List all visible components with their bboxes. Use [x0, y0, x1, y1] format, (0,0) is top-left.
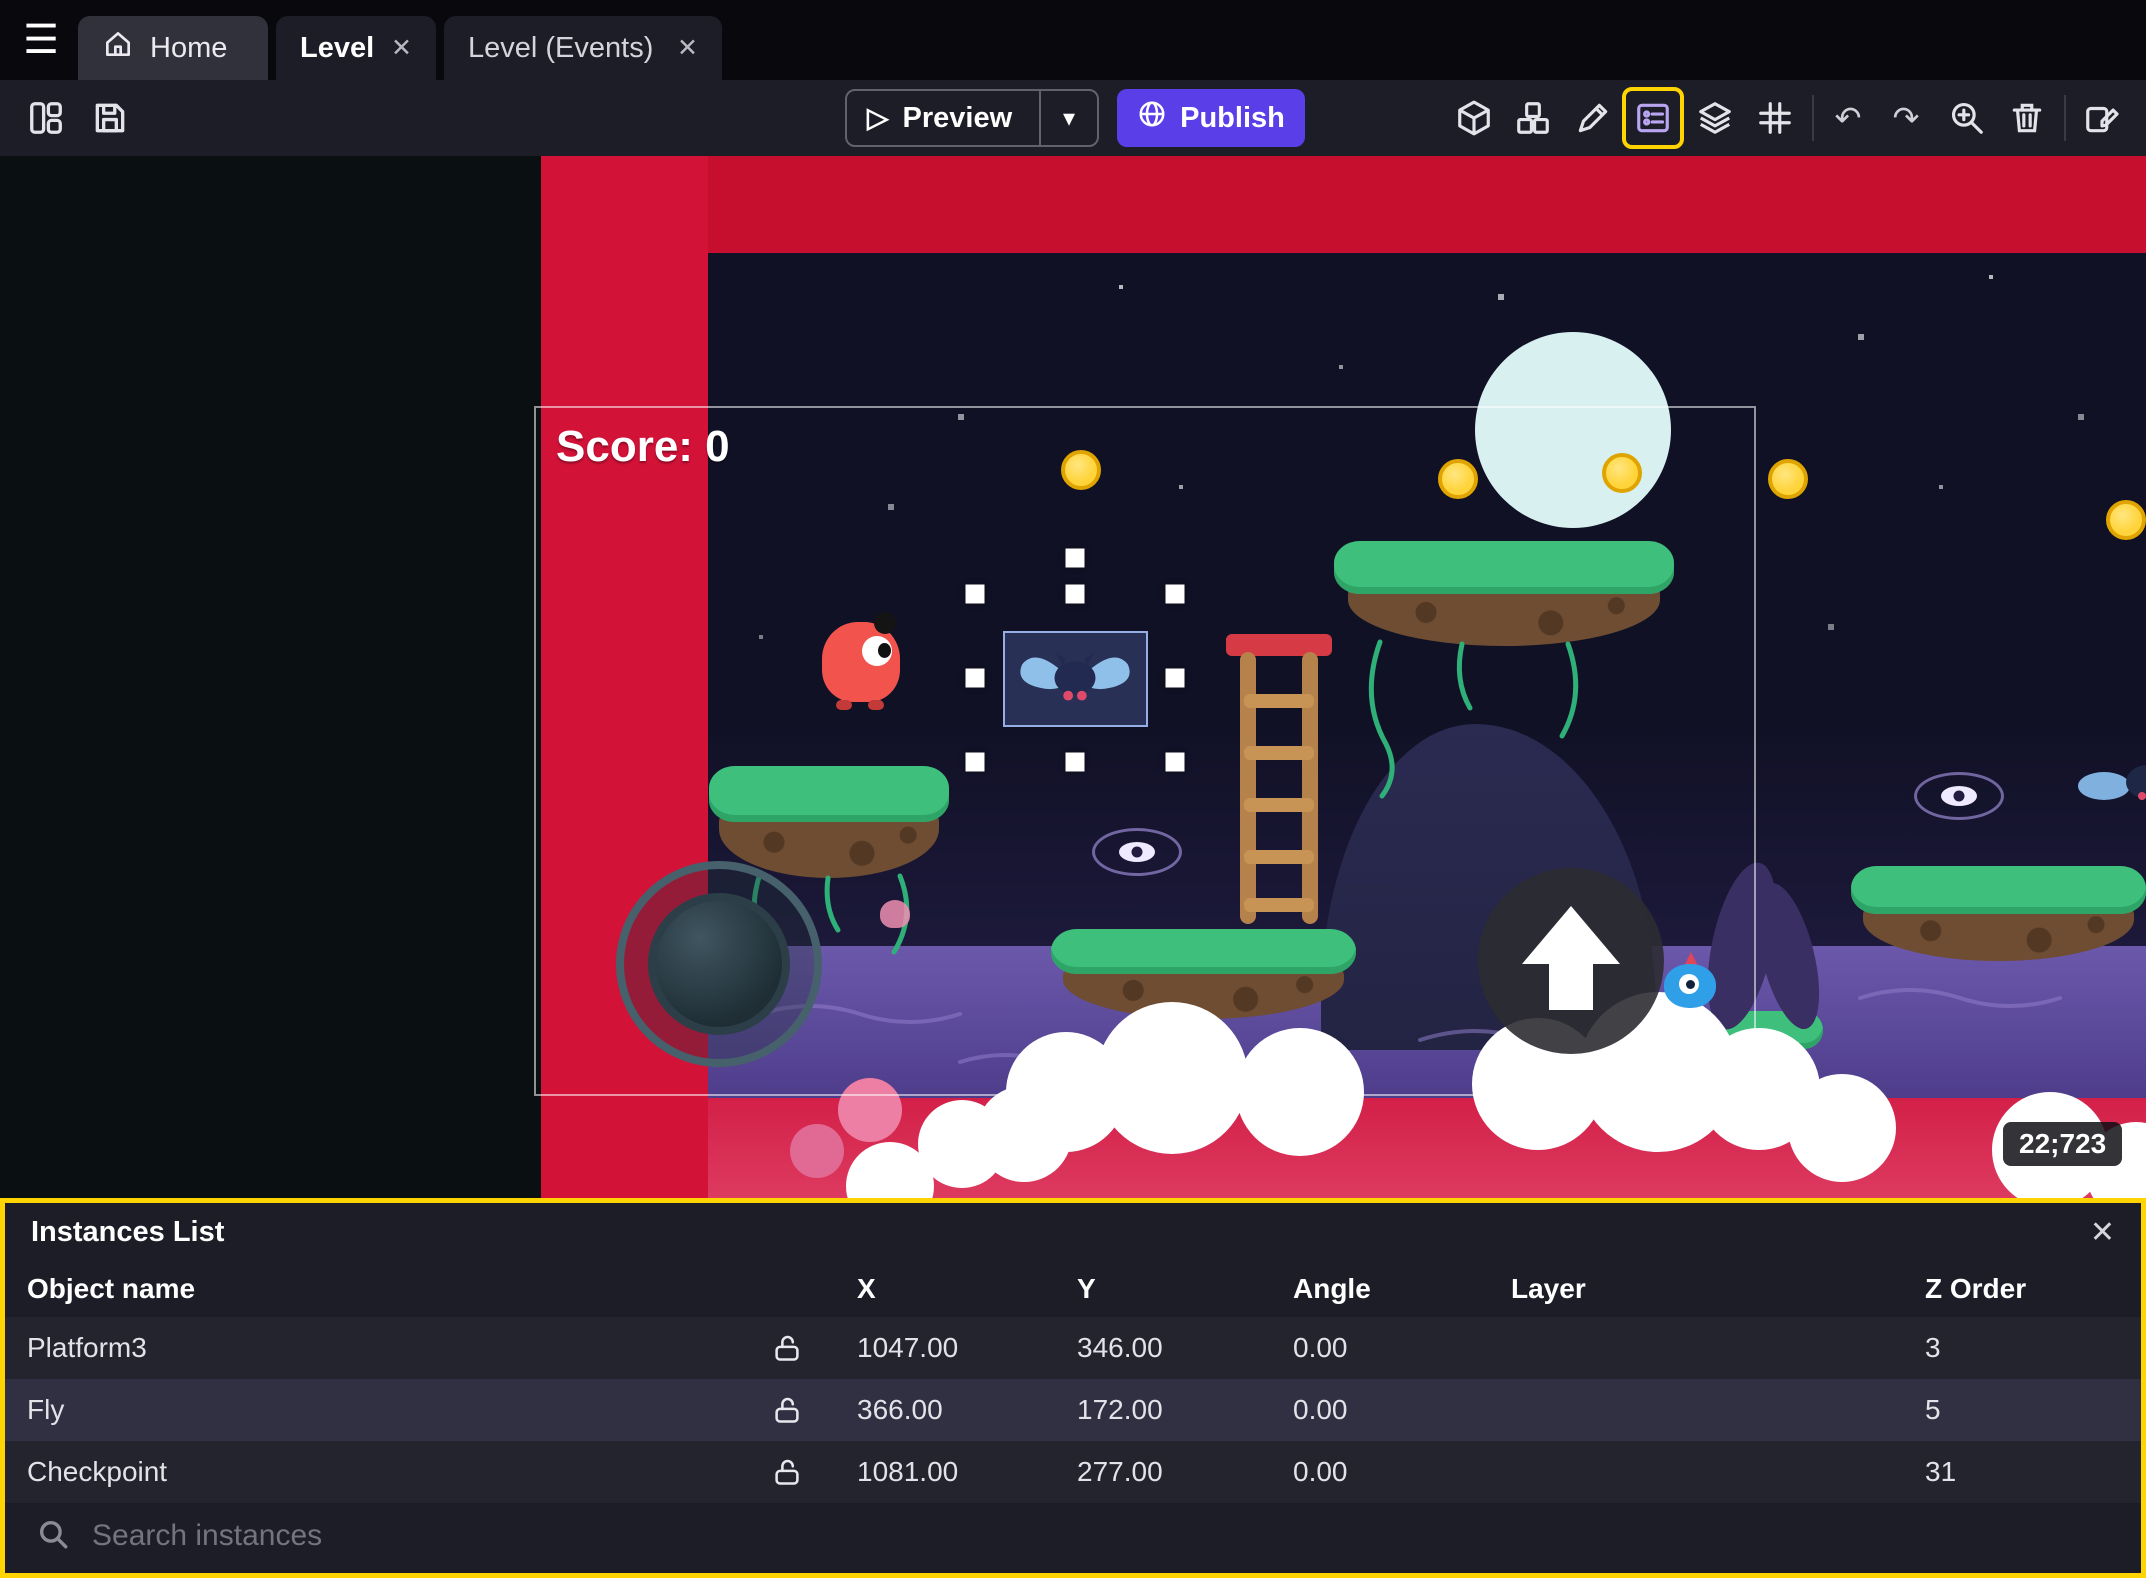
- resize-handle[interactable]: [1165, 668, 1185, 688]
- resize-handle[interactable]: [965, 752, 985, 772]
- eye-white: [1941, 786, 1977, 806]
- chevron-down-icon[interactable]: ▾: [1041, 91, 1097, 145]
- globe-icon: [1137, 99, 1167, 137]
- fly-sprite: [1020, 653, 1130, 701]
- close-icon[interactable]: ✕: [2090, 1215, 2115, 1250]
- tab-label: Home: [150, 31, 228, 64]
- panel-header: Instances List ✕: [5, 1203, 2141, 1261]
- hamburger-menu-icon[interactable]: ☰: [12, 0, 70, 80]
- col-layer: Layer: [1511, 1273, 1586, 1304]
- col-object-name: Object name: [27, 1273, 196, 1304]
- unlock-icon[interactable]: [733, 1333, 841, 1363]
- publish-button[interactable]: Publish: [1117, 89, 1305, 147]
- toolbar-divider: [1812, 95, 1814, 141]
- game-editor-window: ☰ Home Level ✕ Level (Events) ✕ ▷ Previe…: [0, 0, 2146, 1578]
- resize-handle[interactable]: [965, 668, 985, 688]
- coin-object[interactable]: [2106, 500, 2146, 540]
- fly-enemy-object[interactable]: [2076, 752, 2146, 816]
- top-red-band: [541, 156, 2146, 253]
- resize-handle[interactable]: [1065, 584, 1085, 604]
- close-icon[interactable]: ✕: [677, 33, 698, 63]
- instances-list-icon[interactable]: [1622, 87, 1684, 149]
- instance-row[interactable]: Checkpoint 1081.00 277.00 0.00 31: [5, 1441, 2141, 1503]
- cell-y: 172.00: [1077, 1394, 1163, 1425]
- objects-group-icon[interactable]: [1506, 91, 1560, 145]
- close-icon[interactable]: ✕: [391, 33, 412, 63]
- instances-panel: Instances List ✕ Object name X Y Angle L…: [0, 1198, 2146, 1578]
- coral-decor: [790, 1124, 844, 1178]
- platform-grass: [1851, 866, 2146, 914]
- col-z-order: Z Order: [1925, 1273, 2027, 1304]
- cloud-puff: [1788, 1074, 1896, 1182]
- search-bar: [10, 1504, 2136, 1568]
- rotation-handle[interactable]: [1065, 548, 1085, 568]
- eye-decor: [1914, 772, 2004, 820]
- tab-label: Level (Events): [468, 31, 654, 64]
- grid-icon[interactable]: [1748, 91, 1802, 145]
- platform-object[interactable]: [1851, 866, 2146, 961]
- resize-handle[interactable]: [1065, 752, 1085, 772]
- cell-x: 366.00: [857, 1394, 943, 1425]
- panel-title: Instances List: [31, 1215, 225, 1248]
- scene-editor-canvas[interactable]: Score: 0 22;723: [0, 156, 2146, 1198]
- save-icon[interactable]: [83, 91, 137, 145]
- redo-icon[interactable]: ↷: [1879, 91, 1933, 145]
- cell-angle: 0.00: [1293, 1394, 1348, 1425]
- cell-object-name: Platform3: [27, 1332, 147, 1363]
- tab-bar: ☰ Home Level ✕ Level (Events) ✕: [0, 0, 2146, 80]
- search-input[interactable]: [90, 1518, 2110, 1554]
- cell-y: 277.00: [1077, 1456, 1163, 1487]
- coin-object[interactable]: [1768, 459, 1808, 499]
- publish-label: Publish: [1180, 101, 1285, 134]
- cell-x: 1047.00: [857, 1332, 959, 1363]
- toolbar-divider: [2064, 95, 2066, 141]
- selected-instance-bounds[interactable]: [1003, 631, 1148, 727]
- home-icon: [102, 28, 134, 68]
- cell-y: 346.00: [1077, 1332, 1163, 1363]
- tab-label: Level: [300, 31, 375, 64]
- unlock-icon[interactable]: [733, 1395, 841, 1425]
- tab-level-events[interactable]: Level (Events) ✕: [444, 16, 722, 80]
- resize-handle[interactable]: [965, 584, 985, 604]
- trash-icon[interactable]: [2000, 91, 2054, 145]
- preview-button[interactable]: ▷ Preview ▾: [845, 89, 1099, 147]
- cell-angle: 0.00: [1293, 1332, 1348, 1363]
- layers-icon[interactable]: [1688, 91, 1742, 145]
- col-x: X: [857, 1273, 876, 1304]
- resize-handle[interactable]: [1165, 584, 1185, 604]
- stars: [0, 156, 2, 158]
- cell-z-order: 5: [1925, 1394, 1941, 1425]
- project-manager-icon[interactable]: [19, 91, 73, 145]
- main-toolbar: ▷ Preview ▾ Publish ↶ ↷: [0, 80, 2146, 156]
- resize-handle[interactable]: [1165, 752, 1185, 772]
- cursor-coordinates-badge: 22;723: [2003, 1122, 2123, 1166]
- cell-angle: 0.00: [1293, 1456, 1348, 1487]
- edit-pencil-icon[interactable]: [1566, 91, 1620, 145]
- cell-object-name: Checkpoint: [27, 1456, 168, 1487]
- cell-x: 1081.00: [857, 1456, 959, 1487]
- unlock-icon[interactable]: [733, 1457, 841, 1487]
- platform-dirt: [1862, 905, 2135, 961]
- eye-pupil: [1953, 790, 1965, 802]
- cell-object-name: Fly: [27, 1394, 65, 1425]
- cell-z-order: 31: [1925, 1456, 1957, 1487]
- cell-z-order: 3: [1925, 1332, 1941, 1363]
- search-icon: [36, 1517, 70, 1556]
- zoom-in-icon[interactable]: [1940, 91, 1994, 145]
- edit-scene-icon[interactable]: [2075, 91, 2129, 145]
- col-angle: Angle: [1293, 1273, 1371, 1304]
- object-cube-icon[interactable]: [1447, 91, 1501, 145]
- play-icon: ▷: [867, 102, 889, 133]
- table-header: Object name X Y Angle Layer Z Order: [5, 1261, 2141, 1317]
- instance-row[interactable]: Fly 366.00 172.00 0.00 5: [5, 1379, 2141, 1441]
- preview-label: Preview: [902, 101, 1013, 134]
- col-y: Y: [1077, 1273, 1096, 1304]
- selection-overlay: [965, 548, 1185, 772]
- tab-home[interactable]: Home: [78, 16, 268, 80]
- instance-row[interactable]: Platform3 1047.00 346.00 0.00 3: [5, 1317, 2141, 1379]
- tab-level[interactable]: Level ✕: [276, 16, 436, 80]
- undo-icon[interactable]: ↶: [1821, 91, 1875, 145]
